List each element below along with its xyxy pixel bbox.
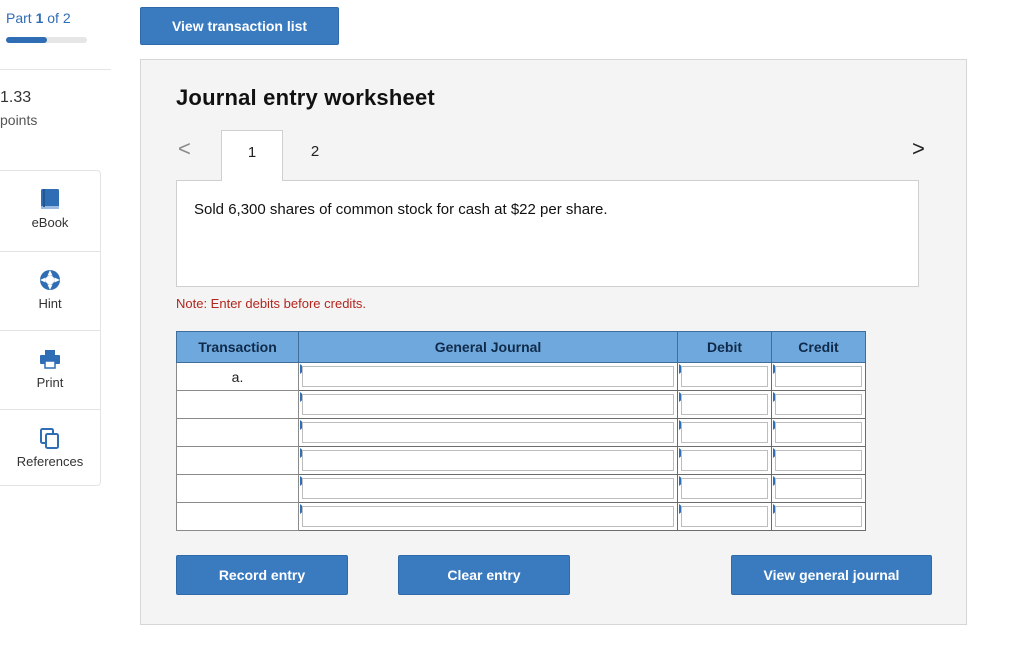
lifebuoy-icon xyxy=(40,270,60,290)
clear-entry-button[interactable]: Clear entry xyxy=(398,555,570,595)
header-transaction: Transaction xyxy=(176,331,299,363)
printer-icon xyxy=(40,350,60,369)
credit-input[interactable] xyxy=(771,474,866,503)
debit-input[interactable] xyxy=(677,418,772,447)
table-row xyxy=(176,502,866,531)
debit-credit-note: Note: Enter debits before credits. xyxy=(176,296,367,311)
part-progress-bar xyxy=(6,37,87,43)
transaction-description: Sold 6,300 shares of common stock for ca… xyxy=(194,201,608,218)
debit-input[interactable] xyxy=(677,502,772,531)
part-suffix: of 2 xyxy=(47,10,71,26)
transaction-description-box: Sold 6,300 shares of common stock for ca… xyxy=(176,180,919,287)
book-icon xyxy=(41,189,59,209)
points-value: 1.33 xyxy=(0,89,32,106)
hint-label: Hint xyxy=(38,296,62,311)
part-indicator: Part 1 of 2 xyxy=(6,10,71,26)
tab-entry-2[interactable]: 2 xyxy=(284,130,346,180)
tab-entry-1[interactable]: 1 xyxy=(221,130,283,181)
general-journal-input[interactable] xyxy=(298,418,678,447)
debit-input[interactable] xyxy=(677,446,772,475)
view-general-journal-button[interactable]: View general journal xyxy=(731,555,932,595)
credit-input[interactable] xyxy=(771,362,866,391)
references-button[interactable]: References xyxy=(0,409,100,488)
general-journal-input[interactable] xyxy=(298,474,678,503)
part-current: 1 xyxy=(35,10,44,26)
rail-divider xyxy=(0,69,111,70)
header-general-journal: General Journal xyxy=(298,331,678,363)
general-journal-input[interactable] xyxy=(298,446,678,475)
references-label: References xyxy=(16,454,84,469)
journal-entry-table: Transaction General Journal Debit Credit… xyxy=(176,331,866,531)
table-row: a. xyxy=(176,362,866,391)
table-row xyxy=(176,390,866,419)
points-label: points xyxy=(0,112,38,128)
table-row xyxy=(176,474,866,503)
tools-panel: eBook Hint Print References xyxy=(0,170,101,486)
part-prefix: Part xyxy=(6,10,32,26)
transaction-cell xyxy=(176,418,299,447)
hint-button[interactable]: Hint xyxy=(0,251,100,330)
transaction-cell: a. xyxy=(176,362,299,391)
copy-icon xyxy=(40,428,59,449)
header-debit: Debit xyxy=(677,331,772,363)
general-journal-input[interactable] xyxy=(298,502,678,531)
previous-chevron-icon[interactable]: < xyxy=(178,136,191,162)
credit-input[interactable] xyxy=(771,446,866,475)
view-transaction-list-button[interactable]: View transaction list xyxy=(140,7,339,45)
print-label: Print xyxy=(36,375,64,390)
print-button[interactable]: Print xyxy=(0,330,100,409)
next-chevron-icon[interactable]: > xyxy=(912,136,925,162)
general-journal-input[interactable] xyxy=(298,362,678,391)
transaction-cell xyxy=(176,390,299,419)
general-journal-input[interactable] xyxy=(298,390,678,419)
debit-input[interactable] xyxy=(677,362,772,391)
transaction-cell xyxy=(176,446,299,475)
credit-input[interactable] xyxy=(771,418,866,447)
table-row xyxy=(176,446,866,475)
worksheet-title: Journal entry worksheet xyxy=(176,85,435,110)
transaction-cell xyxy=(176,502,299,531)
transaction-cell xyxy=(176,474,299,503)
credit-input[interactable] xyxy=(771,502,866,531)
debit-input[interactable] xyxy=(677,474,772,503)
ebook-label: eBook xyxy=(31,215,69,230)
record-entry-button[interactable]: Record entry xyxy=(176,555,348,595)
header-credit: Credit xyxy=(771,331,866,363)
part-progress-fill xyxy=(6,37,47,43)
debit-input[interactable] xyxy=(677,390,772,419)
credit-input[interactable] xyxy=(771,390,866,419)
table-header-row: Transaction General Journal Debit Credit xyxy=(176,331,866,363)
table-row xyxy=(176,418,866,447)
ebook-button[interactable]: eBook xyxy=(0,171,100,249)
